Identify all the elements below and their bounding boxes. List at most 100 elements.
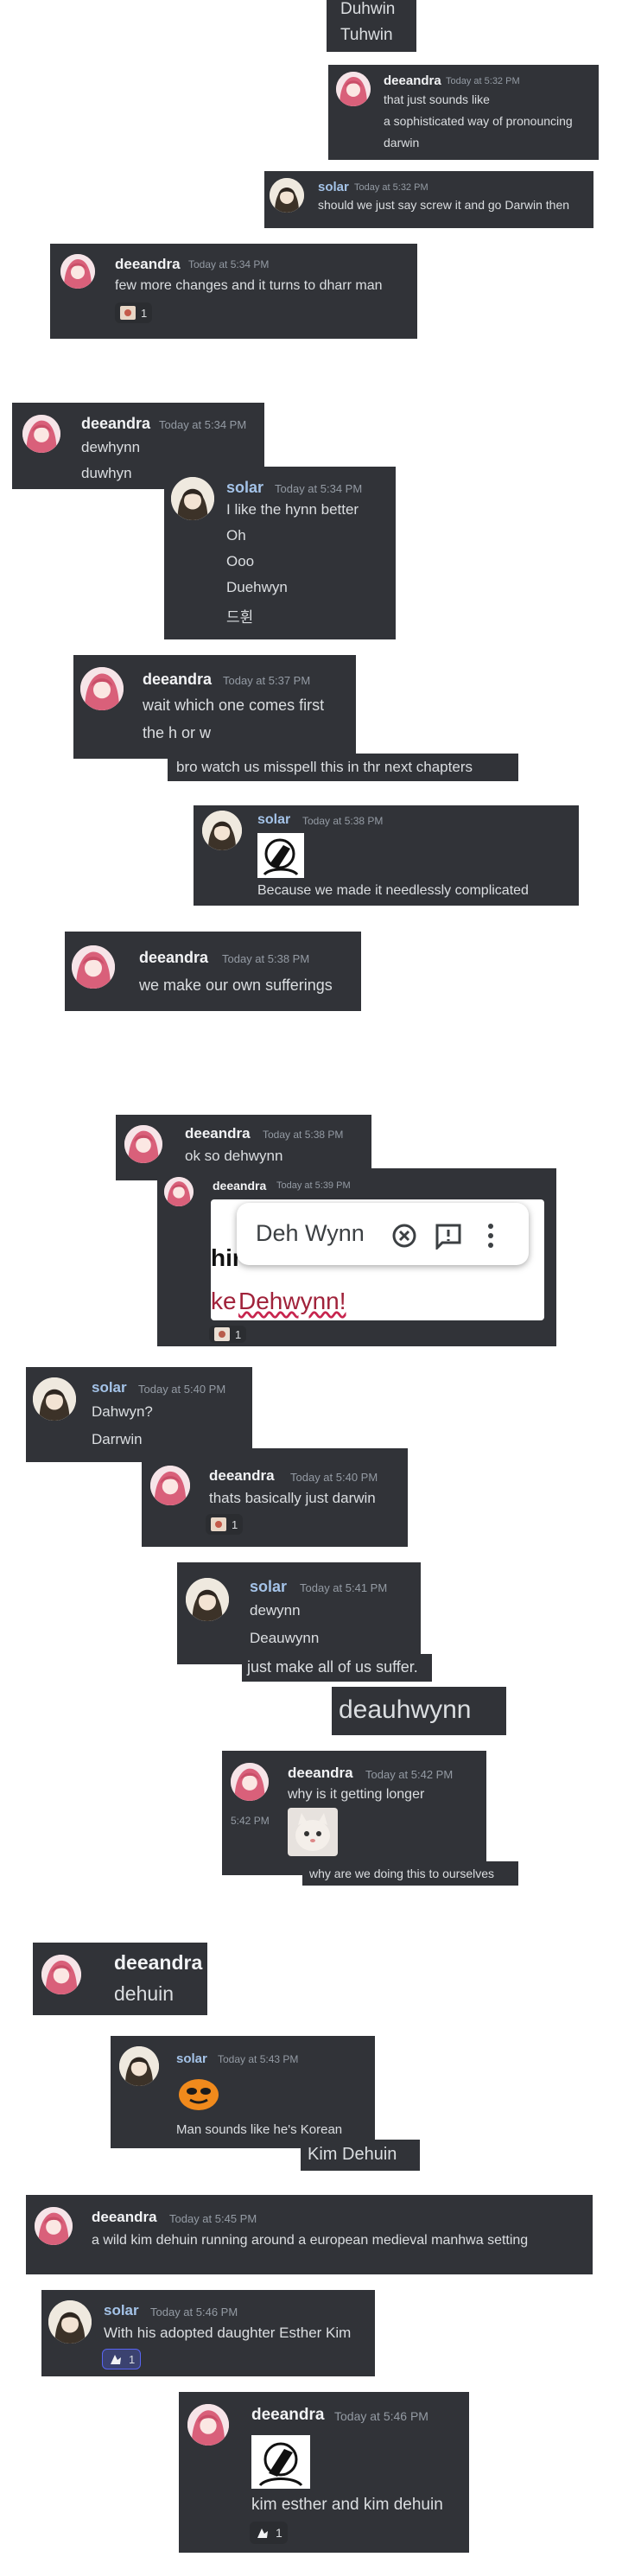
username[interactable]: deeandra xyxy=(143,671,212,689)
avatar[interactable] xyxy=(22,415,60,453)
message-text: Kim Dehuin xyxy=(308,2145,397,2164)
avatar[interactable] xyxy=(60,254,95,289)
avatar[interactable] xyxy=(186,1578,229,1621)
message-text: that just sounds like xyxy=(384,92,490,106)
message-text: Oh xyxy=(226,527,246,544)
username[interactable]: deeandra xyxy=(92,2209,157,2226)
message-text: Dahwyn? xyxy=(92,1403,153,1420)
avatar[interactable] xyxy=(202,811,242,850)
avatar[interactable] xyxy=(336,72,371,106)
username[interactable]: deeandra xyxy=(209,1467,275,1485)
reaction-count: 1 xyxy=(276,2526,282,2540)
username[interactable]: solar xyxy=(257,812,290,828)
spelling-suggestion[interactable]: Deh Wynn xyxy=(256,1220,365,1247)
username[interactable]: solar xyxy=(176,2051,207,2066)
hover-timestamp: 5:42 PM xyxy=(231,1815,270,1827)
avatar-image xyxy=(186,1578,229,1621)
message-card: solar Today at 5:38 PM Because we made i… xyxy=(194,805,579,906)
message-text: few more changes and it turns to dharr m… xyxy=(115,278,383,293)
message-text: Ooo xyxy=(226,553,255,569)
username[interactable]: solar xyxy=(318,180,349,194)
sticker-image[interactable] xyxy=(251,2435,310,2489)
avatar[interactable] xyxy=(150,1466,190,1505)
message-card: deeandra Today at 5:32 PM that just soun… xyxy=(328,65,599,160)
message-text: duwhyn xyxy=(81,465,132,481)
message-card: solar Today at 5:41 PM dewynn Deauwynn xyxy=(177,1562,421,1664)
username[interactable]: deeandra xyxy=(384,73,441,88)
avatar[interactable] xyxy=(119,2046,159,2086)
username[interactable]: deeandra xyxy=(115,256,181,273)
avatar-image xyxy=(164,1177,194,1206)
message-text: deauhwynn xyxy=(339,1695,472,1724)
message-text: dehuin xyxy=(114,1982,175,2005)
username[interactable]: deeandra xyxy=(251,2406,324,2425)
timestamp: Today at 5:46 PM xyxy=(150,2306,238,2318)
timestamp: Today at 5:32 PM xyxy=(354,182,428,193)
reaction-button[interactable]: 1 xyxy=(250,2522,288,2544)
reaction-button[interactable]: 1 xyxy=(115,302,153,323)
avatar[interactable] xyxy=(270,178,304,213)
message-card: solar Today at 5:32 PM should we just sa… xyxy=(264,171,593,228)
avatar[interactable] xyxy=(231,1763,269,1801)
timestamp: Today at 5:42 PM xyxy=(365,1768,454,1781)
message-text: bro watch us misspell this in thr next c… xyxy=(176,759,473,775)
avatar[interactable] xyxy=(164,1177,194,1206)
avatar-image xyxy=(48,2300,92,2344)
timestamp: Today at 5:45 PM xyxy=(169,2212,257,2225)
avatar[interactable] xyxy=(171,477,214,520)
message-text: kim esther and kim dehuin xyxy=(251,2496,443,2514)
avatar[interactable] xyxy=(124,1125,162,1163)
avatar[interactable] xyxy=(33,1377,76,1421)
message-card: solar Today at 5:43 PM Man sounds like h… xyxy=(111,2036,375,2148)
message-card: Kim Dehuin xyxy=(301,2140,420,2171)
avatar[interactable] xyxy=(35,2207,73,2245)
reaction-emoji-icon xyxy=(257,2528,268,2538)
message-card: solar Today at 5:34 PM I like the hynn b… xyxy=(164,467,396,639)
message-text: wait which one comes first xyxy=(143,696,325,714)
avatar[interactable] xyxy=(41,1955,81,1994)
message-card: solar Today at 5:46 PM With his adopted … xyxy=(41,2290,375,2376)
reaction-emoji-icon xyxy=(111,2355,121,2364)
emoji-image xyxy=(176,2074,221,2112)
reaction-button[interactable]: 1 xyxy=(102,2349,142,2369)
username[interactable]: solar xyxy=(226,479,263,497)
message-text: Darrwin xyxy=(92,1431,143,1447)
avatar-image xyxy=(231,1763,269,1801)
message-card: why are we doing this to ourselves xyxy=(302,1861,518,1886)
username[interactable]: deeandra xyxy=(114,1951,202,1975)
message-text: 드휜 xyxy=(226,609,254,626)
message-text: dewynn xyxy=(250,1602,301,1619)
username[interactable]: deeandra xyxy=(185,1125,251,1142)
dismiss-icon[interactable] xyxy=(390,1222,418,1250)
message-card: bro watch us misspell this in thr next c… xyxy=(168,754,518,781)
message-text: Man sounds like he's Korean xyxy=(176,2122,343,2137)
avatar-image xyxy=(60,254,95,289)
timestamp: Today at 5:32 PM xyxy=(446,76,520,86)
sticker-image[interactable] xyxy=(288,1808,338,1856)
message-text: Tuhwin xyxy=(340,26,393,44)
username[interactable]: deeandra xyxy=(213,1179,266,1193)
timestamp: Today at 5:34 PM xyxy=(188,258,270,270)
username[interactable]: deeandra xyxy=(288,1765,353,1782)
reaction-button[interactable]: 1 xyxy=(206,1514,244,1535)
message-card: deeandra Today at 5:42 PM why is it gett… xyxy=(222,1751,486,1875)
username[interactable]: deeandra xyxy=(81,415,150,433)
misspelled-word[interactable]: Dehwynn! xyxy=(238,1288,346,1315)
avatar[interactable] xyxy=(48,2300,92,2344)
sticker-image[interactable] xyxy=(257,833,304,878)
username[interactable]: solar xyxy=(250,1578,287,1596)
more-options-icon[interactable] xyxy=(486,1222,496,1250)
avatar-image xyxy=(187,2404,229,2446)
message-text: darwin xyxy=(384,136,420,149)
username[interactable]: solar xyxy=(104,2302,139,2319)
feedback-icon[interactable] xyxy=(434,1222,463,1250)
avatar[interactable] xyxy=(72,945,115,989)
avatar[interactable] xyxy=(187,2404,229,2446)
avatar[interactable] xyxy=(80,667,124,710)
username[interactable]: solar xyxy=(92,1379,127,1396)
timestamp: Today at 5:39 PM xyxy=(276,1180,351,1191)
reaction-button[interactable]: 1 xyxy=(209,1326,247,1343)
message-card: deauhwynn xyxy=(332,1687,506,1735)
username[interactable]: deeandra xyxy=(139,949,208,967)
message-card: deeandra Today at 5:39 PM hir ke Dehwynn… xyxy=(157,1168,556,1346)
